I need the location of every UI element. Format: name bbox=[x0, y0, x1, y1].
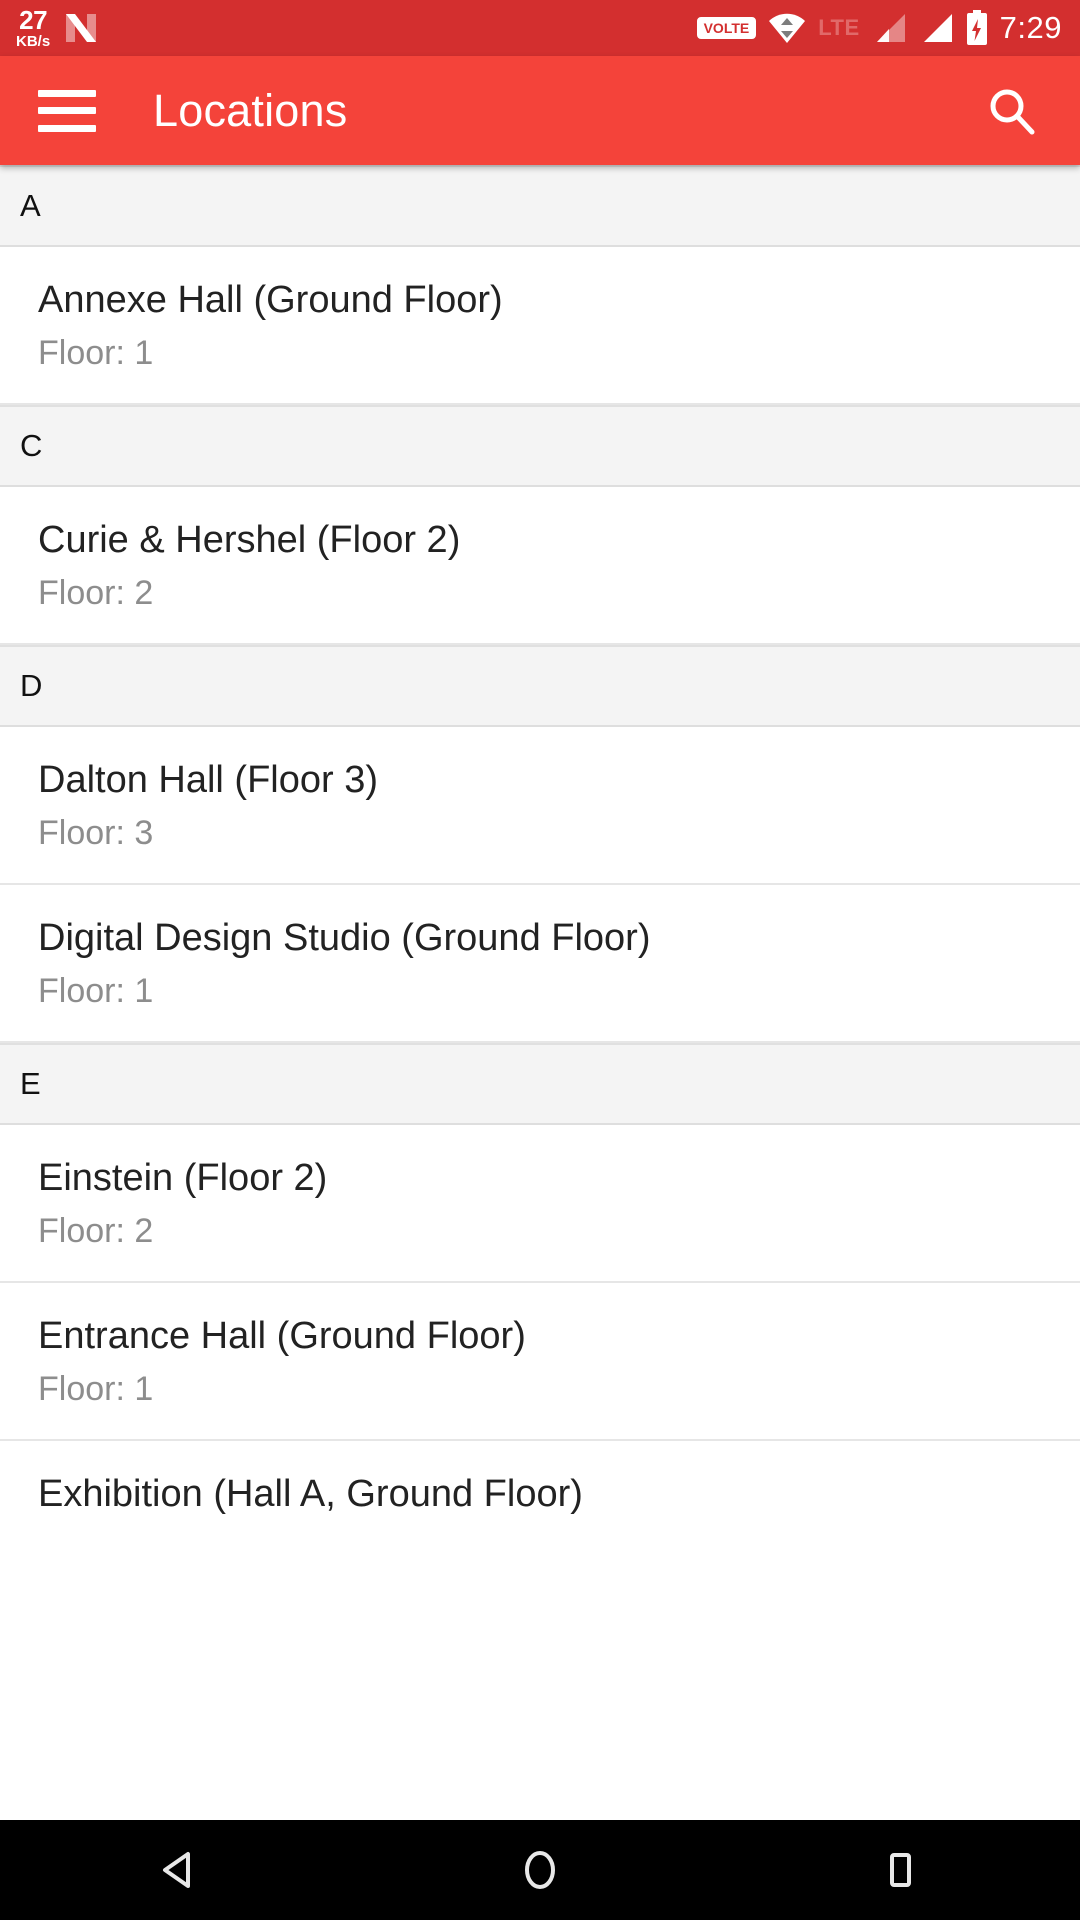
signal-bar-icon bbox=[876, 14, 905, 42]
list-item-subtitle: Floor: 1 bbox=[38, 1369, 154, 1408]
list-item[interactable]: Digital Design Studio (Ground Floor) Flo… bbox=[0, 884, 1080, 1043]
section-letter: A bbox=[20, 188, 41, 223]
recents-button[interactable] bbox=[840, 1820, 960, 1920]
hamburger-menu-icon[interactable] bbox=[38, 89, 96, 132]
locations-list[interactable]: A Annexe Hall (Ground Floor) Floor: 1 C … bbox=[0, 165, 1080, 1820]
lte-label: LTE bbox=[818, 15, 860, 40]
home-circle-icon bbox=[525, 1851, 555, 1889]
battery-charging-icon bbox=[966, 10, 987, 45]
list-item-title: Curie & Hershel (Floor 2) bbox=[38, 518, 461, 561]
status-bar-right: VOLTE LTE 7:29 bbox=[696, 10, 1062, 46]
list-item-title: Entrance Hall (Ground Floor) bbox=[38, 1314, 526, 1357]
volte-badge: VOLTE bbox=[696, 16, 757, 40]
list-item-title: Digital Design Studio (Ground Floor) bbox=[38, 916, 651, 959]
section-letter: C bbox=[20, 427, 43, 463]
list-item-title: Einstein (Floor 2) bbox=[38, 1156, 328, 1199]
network-speed-unit: KB/s bbox=[16, 33, 51, 50]
list-item[interactable]: Dalton Hall (Floor 3) Floor: 3 bbox=[0, 726, 1080, 885]
section-header: D bbox=[0, 644, 1080, 727]
home-button[interactable] bbox=[480, 1820, 600, 1920]
section-header: C bbox=[0, 404, 1080, 487]
back-triangle-icon bbox=[163, 1852, 190, 1888]
search-icon[interactable] bbox=[984, 83, 1040, 139]
page-title: Locations bbox=[153, 84, 348, 136]
status-bar: 27 KB/s VOLTE LTE 7:29 bbox=[0, 0, 1080, 56]
list-item-subtitle: Floor: 3 bbox=[38, 813, 154, 852]
section-header: E bbox=[0, 1042, 1080, 1125]
list-item[interactable]: Annexe Hall (Ground Floor) Floor: 1 bbox=[0, 247, 1080, 405]
android-n-logo-icon bbox=[66, 14, 97, 42]
list-item[interactable]: Curie & Hershel (Floor 2) Floor: 2 bbox=[0, 486, 1080, 645]
navigation-bar bbox=[0, 1820, 1080, 1920]
search-glyph bbox=[990, 89, 1035, 134]
signal-bar-icon bbox=[923, 14, 952, 42]
list-item[interactable]: Exhibition (Hall A, Ground Floor) bbox=[0, 1440, 1080, 1547]
app-bar: Locations bbox=[0, 56, 1080, 165]
phone-screen: 27 KB/s VOLTE LTE 7:29 Locations A Annex… bbox=[0, 0, 1080, 1920]
network-speed-indicator: 27 KB/s bbox=[16, 7, 50, 49]
wifi-icon bbox=[769, 13, 806, 43]
list-item-title: Exhibition (Hall A, Ground Floor) bbox=[38, 1472, 583, 1515]
network-speed-value: 27 bbox=[19, 5, 48, 35]
list-item-subtitle: Floor: 2 bbox=[38, 573, 154, 612]
section-header: A bbox=[0, 165, 1080, 247]
list-item[interactable]: Einstein (Floor 2) Floor: 2 bbox=[0, 1124, 1080, 1283]
list-item-subtitle: Floor: 1 bbox=[38, 971, 154, 1010]
list-item[interactable]: Entrance Hall (Ground Floor) Floor: 1 bbox=[0, 1282, 1080, 1441]
list-item-title: Dalton Hall (Floor 3) bbox=[38, 758, 378, 801]
section-letter: E bbox=[20, 1065, 41, 1101]
list-item-subtitle: Floor: 1 bbox=[38, 333, 154, 372]
status-bar-left: 27 KB/s bbox=[16, 7, 98, 49]
recents-square-icon bbox=[890, 1853, 911, 1887]
status-bar-clock: 7:29 bbox=[999, 10, 1062, 45]
section-letter: D bbox=[20, 667, 43, 703]
list-item-title: Annexe Hall (Ground Floor) bbox=[38, 279, 503, 321]
list-item-subtitle: Floor: 2 bbox=[38, 1211, 154, 1250]
back-button[interactable] bbox=[120, 1820, 240, 1920]
